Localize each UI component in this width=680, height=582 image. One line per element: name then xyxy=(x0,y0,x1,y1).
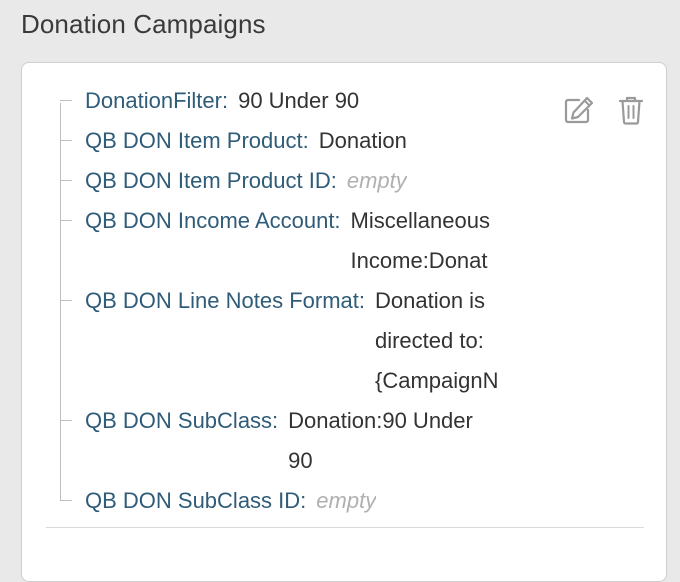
card-divider xyxy=(46,527,644,528)
property-label: QB DON Income Account: xyxy=(85,208,341,233)
property-value: Donation is directed to: {CampaignN xyxy=(374,288,499,393)
property-row-income-account: QB DON Income Account: Miscellaneous Inc… xyxy=(60,201,511,281)
property-label: QB DON Line Notes Format: xyxy=(85,288,365,313)
delete-button[interactable] xyxy=(614,94,648,126)
property-label: QB DON SubClass: xyxy=(85,408,279,433)
property-label: DonationFilter: xyxy=(85,88,229,113)
property-value: Miscellaneous Income:Donat xyxy=(350,208,490,273)
property-row-donation-filter: DonationFilter: 90 Under 90 xyxy=(60,81,359,121)
edit-button[interactable] xyxy=(562,94,596,126)
property-value-empty: empty xyxy=(316,488,377,513)
property-row-line-notes-format: QB DON Line Notes Format: Donation is di… xyxy=(60,281,509,401)
property-row-item-product-id: QB DON Item Product ID: empty xyxy=(60,161,407,201)
property-row-subclass: QB DON SubClass: Donation:90 Under 90 xyxy=(60,401,518,481)
property-row-item-product: QB DON Item Product: Donation xyxy=(60,121,407,161)
property-label: QB DON Item Product ID: xyxy=(85,168,337,193)
campaign-card: DonationFilter: 90 Under 90 QB DON Item … xyxy=(21,62,667,582)
property-value: 90 Under 90 xyxy=(238,88,360,113)
edit-icon xyxy=(564,96,594,124)
property-row-subclass-id: QB DON SubClass ID: empty xyxy=(60,481,376,521)
property-label: QB DON Item Product: xyxy=(85,128,309,153)
property-label: QB DON SubClass ID: xyxy=(85,488,307,513)
property-value-empty: empty xyxy=(346,168,407,193)
trash-icon xyxy=(618,96,644,125)
property-value: Donation:90 Under 90 xyxy=(288,408,473,473)
card-actions xyxy=(562,94,648,126)
section-title: Donation Campaigns xyxy=(21,9,266,39)
property-value: Donation xyxy=(318,128,407,153)
